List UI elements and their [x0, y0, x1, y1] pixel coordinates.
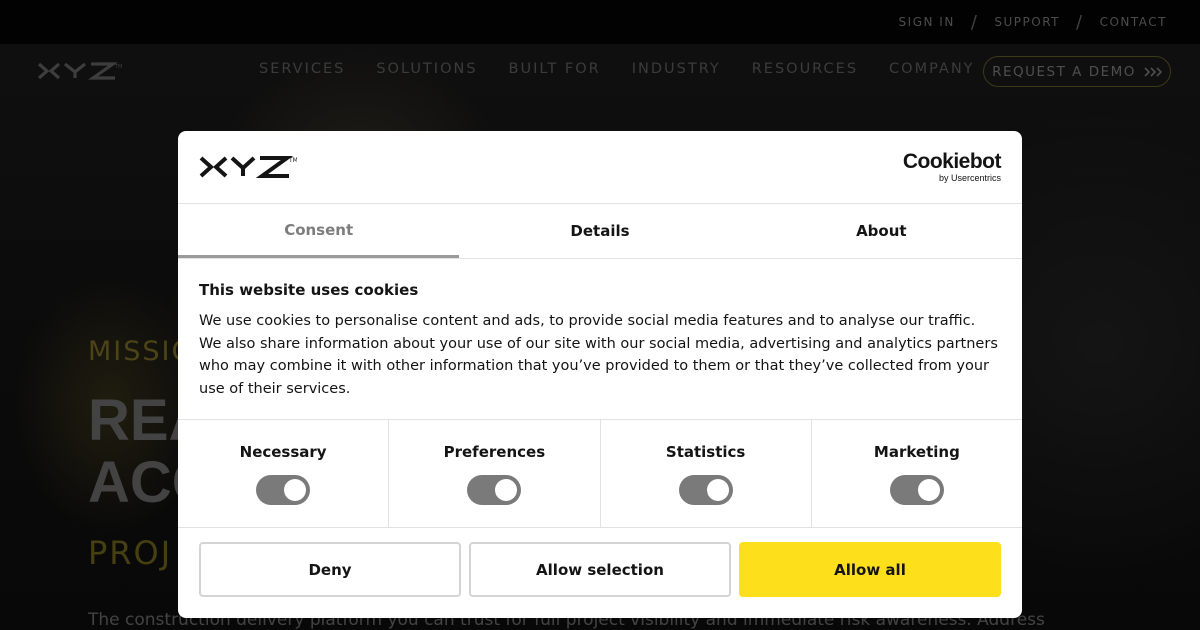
toggle-label: Necessary	[239, 443, 327, 461]
tab-details[interactable]: Details	[459, 204, 740, 258]
cookiebot-byline: by Usercentrics	[938, 173, 1001, 183]
tab-about[interactable]: About	[741, 204, 1022, 258]
dialog-logo: TM	[199, 155, 298, 183]
marketing-toggle[interactable]	[889, 475, 944, 505]
toggle-label: Statistics	[665, 443, 746, 461]
toggle-label: Preferences	[443, 443, 546, 461]
consent-heading: This website uses cookies	[199, 281, 419, 299]
consent-body: We use cookies to personalise content an…	[199, 313, 998, 397]
toggle-knob	[706, 479, 729, 501]
dialog-header: TM Cookiebot by Usercentrics	[178, 131, 1022, 204]
toggle-knob	[917, 479, 940, 501]
consent-buttons: Deny Allow selection Allow all	[199, 542, 1001, 597]
cookie-consent-dialog: TM Cookiebot by Usercentrics Consent Det…	[178, 131, 1022, 618]
svg-text:TM: TM	[288, 157, 297, 164]
toggle-knob	[495, 479, 518, 501]
cookiebot-name: Cookiebot	[902, 150, 1002, 173]
cookiebot-logo[interactable]: Cookiebot by Usercentrics	[902, 150, 1002, 184]
toggle-group-statistics: Statistics	[601, 420, 812, 527]
statistics-toggle[interactable]	[678, 475, 733, 505]
dialog-tabs: Consent Details About	[178, 204, 1022, 259]
tab-consent[interactable]: Consent	[178, 204, 460, 258]
toggle-group-marketing: Marketing	[812, 420, 1022, 527]
consent-content: This website uses cookies We use cookies…	[178, 259, 1022, 420]
toggle-label: Marketing	[873, 443, 960, 461]
toggle-knob	[284, 479, 307, 501]
deny-button[interactable]: Deny	[199, 542, 461, 597]
toggle-group-preferences: Preferences	[389, 420, 601, 527]
necessary-toggle[interactable]	[256, 475, 311, 505]
xyz-logo-icon: TM	[199, 156, 298, 178]
consent-toggles: Necessary Preferences Statistics Marketi…	[178, 420, 1022, 528]
preferences-toggle[interactable]	[467, 475, 522, 505]
allow-selection-button[interactable]: Allow selection	[469, 542, 731, 597]
allow-all-button[interactable]: Allow all	[739, 542, 1001, 597]
toggle-group-necessary: Necessary	[178, 420, 390, 527]
